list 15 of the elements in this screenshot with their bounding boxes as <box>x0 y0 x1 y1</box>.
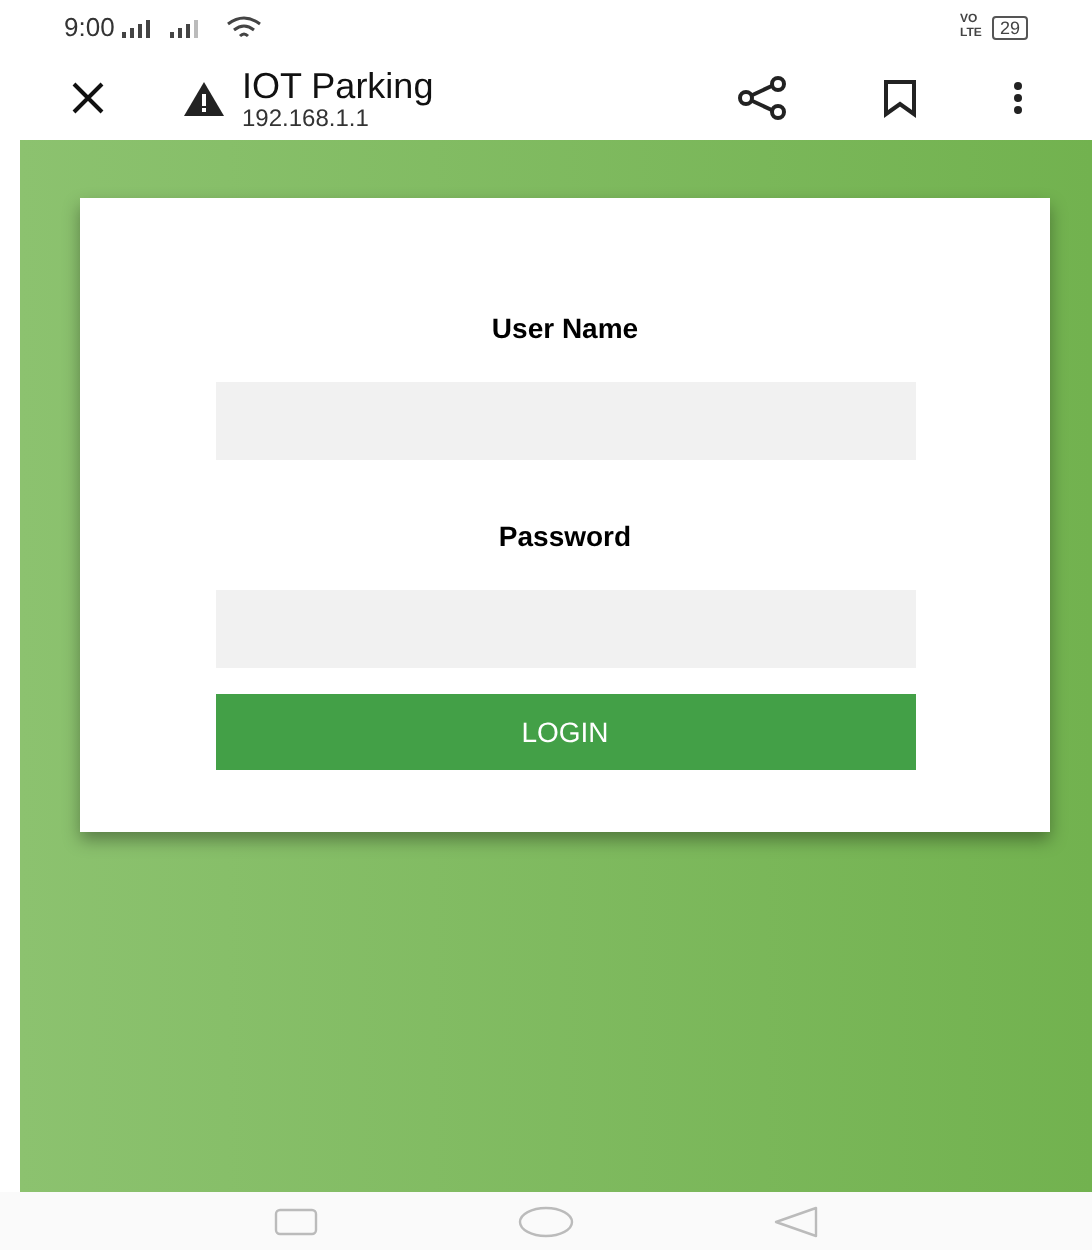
status-time: 9:00 <box>64 10 115 47</box>
home-icon[interactable] <box>518 1205 574 1237</box>
bookmark-icon[interactable] <box>882 78 918 118</box>
battery-indicator: 29 <box>991 16 1028 40</box>
close-icon[interactable] <box>68 78 108 118</box>
field-label: User Name <box>491 310 639 348</box>
share-icon[interactable] <box>736 76 788 120</box>
menu-icon[interactable] <box>1012 80 1024 116</box>
wifi-icon <box>226 16 263 40</box>
login-button[interactable]: LOGIN <box>215 694 915 770</box>
page-url: 192.168.1.1 <box>242 105 369 131</box>
recents-icon[interactable] <box>274 1207 318 1235</box>
field-label: Password <box>498 518 632 556</box>
back-icon[interactable] <box>774 1205 818 1237</box>
page-title: IOT Parking <box>242 65 434 105</box>
